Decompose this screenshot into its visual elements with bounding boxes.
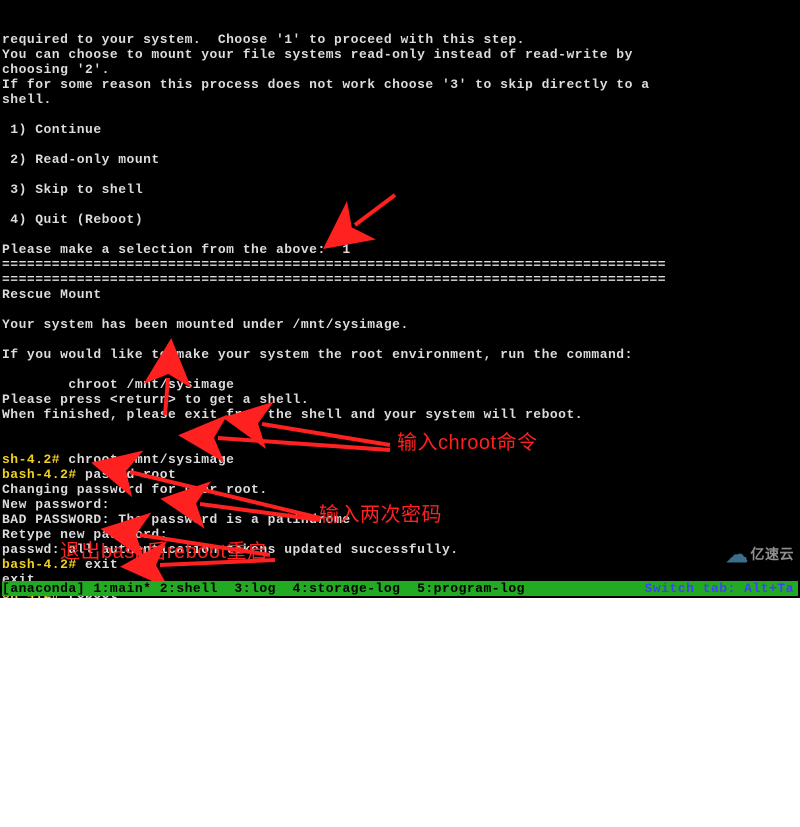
- shell-prompt: sh-4.2#: [2, 452, 68, 467]
- status-right: Switch tab: Alt+Ta: [645, 581, 798, 596]
- terminal-line: shell.: [2, 92, 798, 107]
- shell-line: bash-4.2# passwd root: [2, 467, 798, 482]
- shell-line: sh-4.2# chroot /mnt/sysimage: [2, 452, 798, 467]
- terminal-line: 4) Quit (Reboot): [2, 212, 798, 227]
- terminal-screen[interactable]: required to your system. Choose '1' to p…: [0, 0, 800, 598]
- terminal-line: [2, 107, 798, 122]
- watermark-text: 亿速云: [751, 547, 795, 562]
- watermark: ☁ 亿速云: [726, 547, 794, 562]
- shell-line: New password:: [2, 497, 798, 512]
- terminal-line: choosing '2'.: [2, 62, 798, 77]
- tmux-status-bar: [anaconda] 1:main* 2:shell 3:log 4:stora…: [2, 581, 798, 596]
- terminal-line: ========================================…: [2, 272, 798, 287]
- terminal-line: If for some reason this process does not…: [2, 77, 798, 92]
- shell-line: passwd: all authentication tokens update…: [2, 542, 798, 557]
- terminal-line: Rescue Mount: [2, 287, 798, 302]
- terminal-line: [2, 167, 798, 182]
- shell-line: Changing password for user root.: [2, 482, 798, 497]
- cloud-icon: ☁: [726, 547, 749, 562]
- shell-line: Retype new password:: [2, 527, 798, 542]
- terminal-line: You can choose to mount your file system…: [2, 47, 798, 62]
- annotation-chroot: 输入chroot命令: [397, 436, 538, 451]
- shell-line: BAD PASSWORD: The password is a palindro…: [2, 512, 798, 527]
- terminal-line: Please press <return> to get a shell.: [2, 392, 798, 407]
- terminal-line: required to your system. Choose '1' to p…: [2, 32, 798, 47]
- status-left: [anaconda] 1:main* 2:shell 3:log 4:stora…: [2, 581, 525, 596]
- terminal-line: [2, 362, 798, 377]
- terminal-line: Your system has been mounted under /mnt/…: [2, 317, 798, 332]
- terminal-line: When finished, please exit from the shel…: [2, 407, 798, 422]
- terminal-line: If you would like to make your system th…: [2, 347, 798, 362]
- terminal-output: required to your system. Choose '1' to p…: [2, 32, 798, 422]
- terminal-line: 2) Read-only mount: [2, 152, 798, 167]
- terminal-line: 1) Continue: [2, 122, 798, 137]
- terminal-line: 3) Skip to shell: [2, 182, 798, 197]
- terminal-line: [2, 332, 798, 347]
- terminal-line: [2, 227, 798, 242]
- shell-line: bash-4.2# exit: [2, 557, 798, 572]
- shell-session: sh-4.2# chroot /mnt/sysimagebash-4.2# pa…: [2, 452, 798, 602]
- terminal-line: Please make a selection from the above: …: [2, 242, 798, 257]
- terminal-line: chroot /mnt/sysimage: [2, 377, 798, 392]
- terminal-line: [2, 302, 798, 317]
- terminal-line: [2, 137, 798, 152]
- shell-prompt: bash-4.2#: [2, 467, 85, 482]
- terminal-line: ========================================…: [2, 257, 798, 272]
- terminal-line: [2, 197, 798, 212]
- shell-prompt: bash-4.2#: [2, 557, 85, 572]
